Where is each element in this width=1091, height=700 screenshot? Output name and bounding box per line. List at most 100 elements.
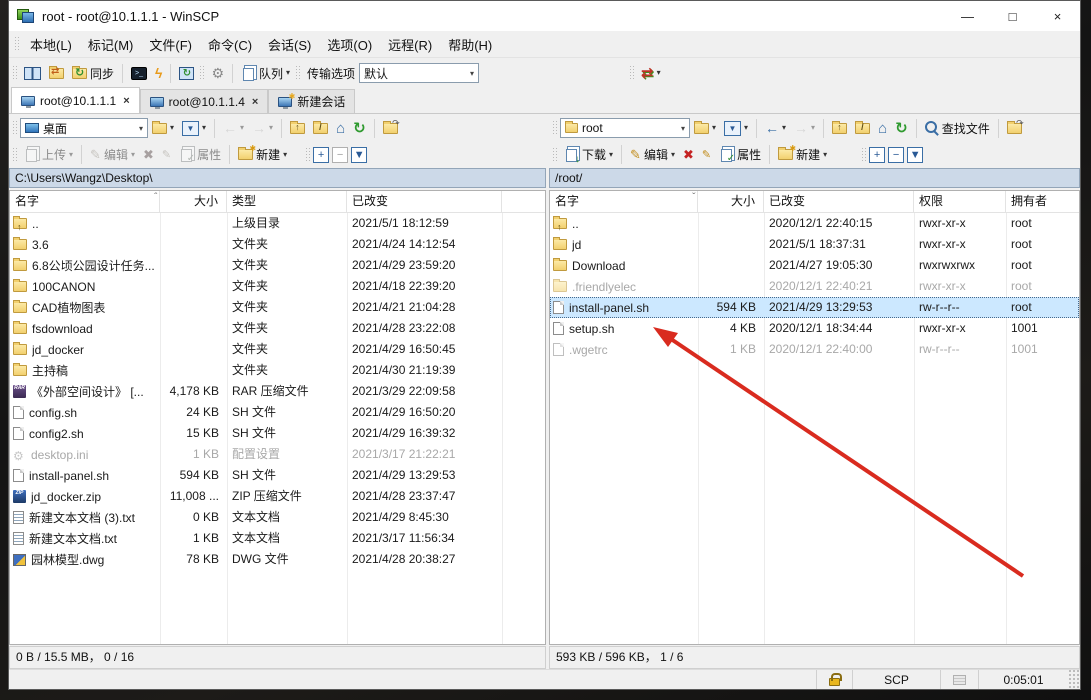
toolbar-grip[interactable] [861,147,866,163]
transfer-preset-select[interactable]: 默认 ▾ [359,63,479,83]
column-header-size[interactable]: 大小 [160,191,227,212]
toolbar-grip[interactable] [14,36,19,52]
upload-button[interactable]: 上传▾ [20,144,77,165]
local-root-dir-button[interactable]: / [309,121,332,136]
toolbar-grip[interactable] [629,65,634,81]
local-filter-button[interactable]: ▼▾ [178,119,210,138]
remote-root-dir-button[interactable]: / [851,121,874,136]
toolbar-grip[interactable] [552,147,557,163]
remote-refresh-button[interactable]: ↻ [891,117,912,139]
menu-session[interactable]: 会话(S) [260,31,319,58]
toolbar-grip[interactable] [12,147,17,163]
select-files-button[interactable]: + [313,147,329,163]
column-header-name[interactable]: ˇ名字 [550,191,698,212]
file-row-100CANON[interactable]: 100CANON文件夹2021/4/18 22:39:20 [10,276,545,297]
open-terminal-button[interactable]: >_ [127,65,151,82]
file-row-jd_docker[interactable]: jd_docker文件夹2021/4/29 16:50:45 [10,339,545,360]
minimize-button[interactable]: — [945,1,990,31]
column-header-owner[interactable]: 拥有者 [1006,191,1079,212]
file-row-install-panel.sh[interactable]: install-panel.sh594 KB2021/4/29 13:29:53… [550,297,1079,318]
remote-symlink-button[interactable] [1003,121,1026,136]
file-row-..[interactable]: ..上级目录2021/5/1 18:12:59 [10,213,545,234]
file-row-config2.sh[interactable]: config2.sh15 KBSH 文件2021/4/29 16:39:32 [10,423,545,444]
toolbar-grip[interactable] [12,65,17,81]
tab-close-icon[interactable]: × [123,95,129,107]
find-files-button[interactable]: 查找文件 [921,118,994,139]
file-row-6.8公顷公园设计任务...[interactable]: 6.8公顷公园设计任务...文件夹2021/4/29 23:59:20 [10,255,545,276]
remote-back-button[interactable]: ←▾ [761,118,790,138]
unselect-files-button[interactable]: − [888,147,904,163]
file-row-.friendlyelec[interactable]: .friendlyelec2020/12/1 22:40:21rwxr-xr-x… [550,276,1079,297]
refresh-remote-button[interactable]: ↻ [175,65,198,82]
toolbar-grip[interactable] [552,120,557,136]
menu-file[interactable]: 文件(F) [141,31,200,58]
file-row-Download[interactable]: Download2021/4/27 19:05:30rwxrwxrwxroot [550,255,1079,276]
local-refresh-button[interactable]: ↻ [349,117,370,139]
menu-local[interactable]: 本地(L) [22,31,80,58]
menu-help[interactable]: 帮助(H) [440,31,500,58]
local-new-button[interactable]: 新建▾ [234,144,291,165]
local-edit-button[interactable]: ✎编辑▾ [86,144,139,165]
menu-options[interactable]: 选项(O) [319,31,380,58]
file-row-config.sh[interactable]: config.sh24 KBSH 文件2021/4/29 16:50:20 [10,402,545,423]
remote-properties-button[interactable]: 属性 [715,144,765,165]
remote-filter-button[interactable]: ▼▾ [720,119,752,138]
remote-dir-select[interactable]: root ▾ [560,118,690,138]
local-home-button[interactable]: ⌂ [332,118,349,139]
remote-rename-button[interactable]: ✎ [698,146,715,163]
file-row-主持稿[interactable]: 主持稿文件夹2021/4/30 21:19:39 [10,360,545,381]
local-properties-button[interactable]: 属性 [175,144,225,165]
file-row-install-panel.sh[interactable]: install-panel.sh594 KBSH 文件2021/4/29 13:… [10,465,545,486]
toolbar-grip[interactable] [12,120,17,136]
local-symlink-button[interactable] [379,121,402,136]
layout-panes-button[interactable] [20,65,45,82]
file-row-园林模型.dwg[interactable]: 园林模型.dwg78 KBDWG 文件2021/4/28 20:38:27 [10,549,545,570]
local-back-button[interactable]: ←▾ [219,118,248,138]
encryption-status[interactable] [816,670,852,689]
remote-path-bar[interactable]: /root/ [549,168,1080,188]
column-header-perms[interactable]: 权限 [914,191,1006,212]
file-row-新建文本文档 (3).txt[interactable]: 新建文本文档 (3).txt0 KB文本文档2021/4/29 8:45:30 [10,507,545,528]
file-row-desktop.ini[interactable]: desktop.ini1 KB配置设置2021/3/17 21:22:21 [10,444,545,465]
file-row-jd[interactable]: jd2021/5/1 18:37:31rwxr-xr-xroot [550,234,1079,255]
console-command-button[interactable]: ϟ [151,63,166,83]
menu-mark[interactable]: 标记(M) [80,31,142,58]
local-path-bar[interactable]: C:\Users\Wangz\Desktop\ [9,168,546,188]
queue-button[interactable]: 队列▾ [237,63,294,84]
invert-selection-button[interactable]: ▼ [907,147,923,163]
file-row-《外部空间设计》 [...[interactable]: RAR《外部空间设计》 [...4,178 KBRAR 压缩文件2021/3/2… [10,381,545,402]
sync-browsing-button[interactable] [45,66,68,81]
file-row-fsdownload[interactable]: fsdownload文件夹2021/4/28 23:22:08 [10,318,545,339]
file-row-.wgetrc[interactable]: .wgetrc1 KB2020/12/1 22:40:00rw-r--r--10… [550,339,1079,360]
column-header-type[interactable]: 类型 [227,191,347,212]
remote-forward-button[interactable]: →▾ [790,118,819,138]
remote-delete-button[interactable]: ✖ [679,145,698,165]
file-row-新建文本文档.txt[interactable]: 新建文本文档.txt1 KB文本文档2021/3/17 11:56:34 [10,528,545,549]
synchronize-button[interactable]: 同步 [68,63,118,84]
menu-command[interactable]: 命令(C) [200,31,260,58]
close-button[interactable]: × [1035,1,1080,31]
select-files-button[interactable]: + [869,147,885,163]
local-forward-button[interactable]: →▾ [248,118,277,138]
remote-new-button[interactable]: 新建▾ [774,144,831,165]
download-button[interactable]: 下载▾ [560,144,617,165]
column-header-modified[interactable]: 已改变 [764,191,914,212]
file-row-..[interactable]: ..2020/12/1 22:40:15rwxr-xr-xroot [550,213,1079,234]
invert-selection-button[interactable]: ▼ [351,147,367,163]
remote-home-button[interactable]: ⌂ [874,118,891,139]
preferences-button[interactable]: ⚙ [207,63,228,84]
local-delete-button[interactable]: ✖ [139,145,158,165]
remote-parent-dir-button[interactable]: ↑ [828,121,851,136]
local-open-dir-button[interactable]: ▾ [148,121,178,136]
remote-edit-button[interactable]: ✎编辑▾ [626,144,679,165]
column-header-modified[interactable]: 已改变 [347,191,502,212]
tab-close-icon[interactable]: × [252,96,258,108]
local-parent-dir-button[interactable]: ↑ [286,121,309,136]
toolbar-grip[interactable] [199,65,204,81]
unselect-files-button[interactable]: − [332,147,348,163]
menu-remote[interactable]: 远程(R) [380,31,440,58]
tab-session-1[interactable]: root@10.1.1.1 × [11,87,140,113]
session-duration[interactable]: 0:05:01 [978,670,1068,689]
column-header-name[interactable]: ˆ名字 [10,191,160,212]
file-row-jd_docker.zip[interactable]: ZIPjd_docker.zip11,008 ...ZIP 压缩文件2021/4… [10,486,545,507]
